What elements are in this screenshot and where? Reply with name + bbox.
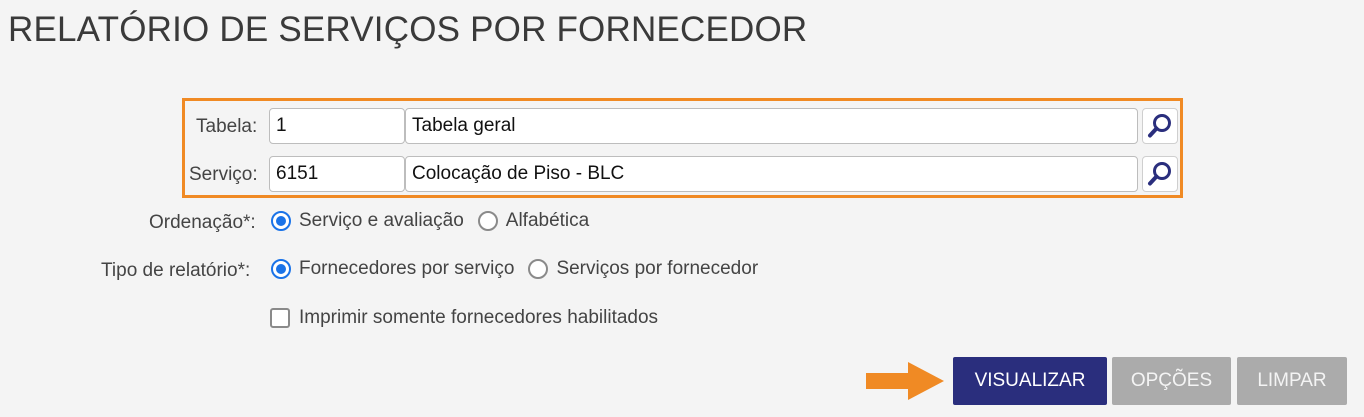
- tipo-relatorio-radio-group: Fornecedores por serviço Serviços por fo…: [271, 258, 772, 280]
- radio-checked-icon[interactable]: [271, 211, 291, 231]
- magnifier-icon: [1148, 162, 1171, 186]
- arrow-right-icon: [866, 362, 944, 400]
- servico-code-input[interactable]: [269, 156, 405, 192]
- tipo-option-label: Fornecedores por serviço: [299, 258, 515, 279]
- magnifier-icon: [1148, 114, 1171, 138]
- ordenacao-option-alfabetica[interactable]: Alfabética: [477, 210, 590, 232]
- limpar-button[interactable]: LIMPAR: [1237, 357, 1347, 405]
- tabela-description-input[interactable]: [405, 108, 1138, 144]
- ordenacao-option-servico-avaliacao[interactable]: Serviço e avaliação: [271, 210, 464, 232]
- tipo-option-fornecedores-por-servico[interactable]: Fornecedores por serviço: [271, 258, 514, 280]
- tabela-label: Tabela:: [196, 116, 258, 137]
- tabela-lookup-button[interactable]: [1142, 108, 1178, 144]
- somente-habilitados-label: Imprimir somente fornecedores habilitado…: [299, 307, 659, 328]
- visualizar-button[interactable]: VISUALIZAR: [953, 357, 1107, 405]
- radio-checked-icon[interactable]: [271, 259, 291, 279]
- ordenacao-option-label: Alfabética: [505, 210, 590, 231]
- radio-unchecked-icon[interactable]: [477, 211, 498, 231]
- ordenacao-option-label: Serviço e avaliação: [299, 210, 464, 231]
- tipo-option-label: Serviços por fornecedor: [556, 258, 759, 279]
- ordenacao-radio-group: Serviço e avaliação Alfabética: [271, 210, 603, 232]
- somente-habilitados-checkbox[interactable]: [270, 308, 290, 328]
- page-title: RELATÓRIO DE SERVIÇOS POR FORNECEDOR: [8, 10, 808, 49]
- somente-habilitados-row[interactable]: Imprimir somente fornecedores habilitado…: [270, 307, 658, 329]
- radio-unchecked-icon[interactable]: [528, 259, 549, 279]
- tabela-code-input[interactable]: [269, 108, 405, 144]
- tipo-option-servicos-por-fornecedor[interactable]: Serviços por fornecedor: [528, 258, 758, 280]
- opcoes-button[interactable]: OPÇÕES: [1112, 357, 1231, 405]
- tipo-relatorio-label: Tipo de relatório*:: [101, 260, 251, 281]
- ordenacao-label: Ordenação*:: [149, 212, 256, 233]
- servico-lookup-button[interactable]: [1142, 156, 1178, 192]
- servico-label: Serviço:: [189, 164, 258, 185]
- servico-description-input[interactable]: [405, 156, 1138, 192]
